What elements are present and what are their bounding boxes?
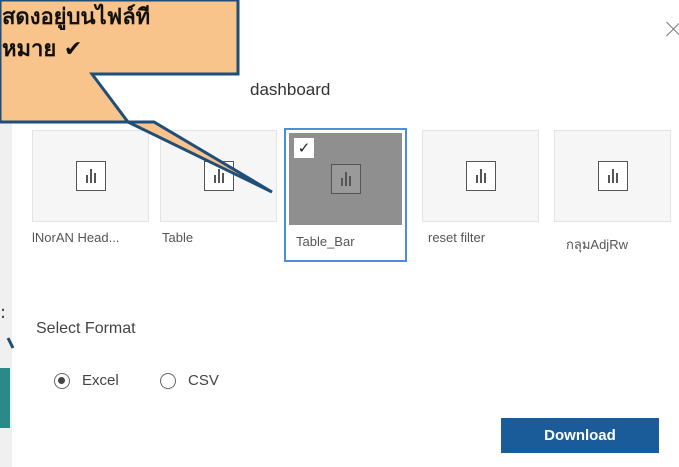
callout-line-1: สดงอยู่บนไฟล์ที <box>2 5 151 30</box>
sheet-tile-selected[interactable]: ✓ Table_Bar <box>284 128 407 262</box>
sheet-thumbnail <box>422 130 539 222</box>
sheet-tile[interactable]: กลุมAdjRw <box>554 130 671 256</box>
sheet-thumbnail <box>160 130 277 222</box>
radio-label: Excel <box>82 372 119 389</box>
sheet-label: reset filter <box>428 230 486 245</box>
radio-label: CSV <box>188 372 219 389</box>
callout-line-2: หมาย ✔ <box>2 37 83 62</box>
check-icon: ✓ <box>294 138 314 158</box>
sheet-label: Table_Bar <box>296 234 355 249</box>
download-button[interactable]: Download <box>501 418 659 453</box>
format-radio-csv[interactable]: CSV <box>160 372 219 389</box>
background-teal-block <box>0 368 10 428</box>
sheet-tile[interactable]: reset filter <box>422 130 539 256</box>
sheet-tile[interactable]: lNorAN Head... <box>32 130 149 256</box>
download-dialog: dashboard lNorAN Head... Table ✓ Table_B… <box>12 0 679 467</box>
sheet-thumbnail <box>32 130 149 222</box>
callout-text: สดงอยู่บนไฟล์ที หมาย ✔ <box>2 2 150 66</box>
bar-chart-icon <box>465 161 496 191</box>
bar-chart-icon <box>203 161 234 191</box>
radio-unselected-icon <box>160 372 176 389</box>
bar-chart-icon <box>330 164 361 194</box>
sheet-label: กลุมAdjRw <box>566 237 628 252</box>
sheet-label: lNorAN Head... <box>32 230 120 245</box>
select-format-label: Select Format <box>36 320 136 337</box>
sheet-label: Table <box>162 230 194 245</box>
radio-selected-icon <box>54 372 70 389</box>
bar-chart-icon <box>597 161 628 191</box>
format-radio-excel[interactable]: Excel <box>54 372 119 389</box>
background-left-strip: : <box>0 0 12 467</box>
dialog-subtitle: dashboard <box>250 80 331 99</box>
bar-chart-icon <box>75 161 106 191</box>
sheet-thumbnail <box>554 130 671 222</box>
sheet-tile[interactable]: Table <box>160 130 277 256</box>
background-label: : <box>0 302 7 323</box>
sheet-thumbnail: ✓ <box>289 133 402 225</box>
close-icon[interactable] <box>664 19 679 39</box>
